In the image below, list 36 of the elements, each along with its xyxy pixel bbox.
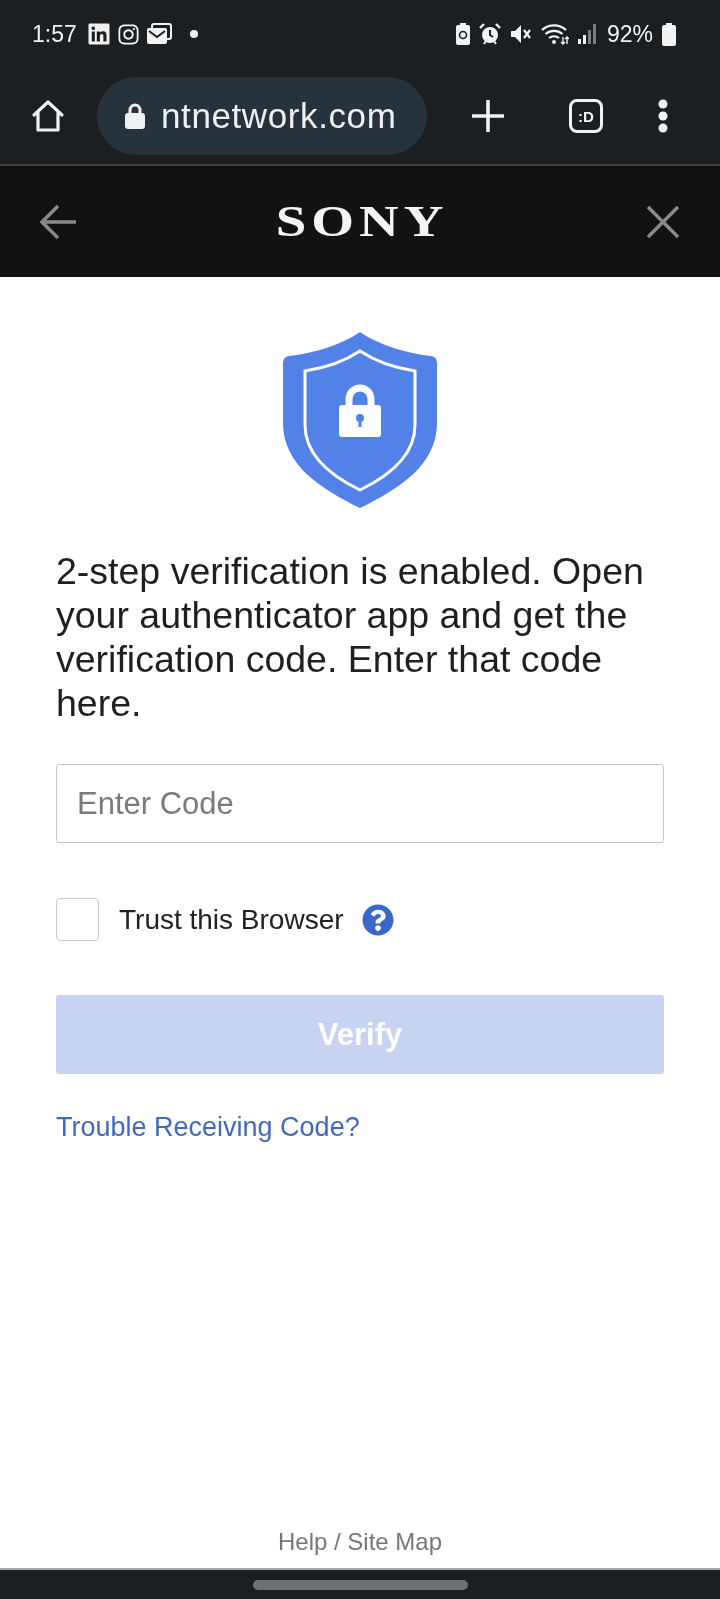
help-sitemap-link[interactable]: Help / Site Map (277, 1528, 443, 1556)
close-icon (646, 204, 680, 239)
notification-dot-icon (189, 30, 198, 38)
code-input-field[interactable]: Enter Code (56, 764, 664, 843)
url-text: ntnetwork.com (161, 96, 397, 136)
battery-percent: 92% (606, 20, 653, 48)
more-menu-button[interactable] (658, 99, 668, 133)
help-icon[interactable] (361, 903, 394, 936)
lock-icon (125, 103, 145, 129)
signal-icon (577, 24, 596, 44)
new-tab-button[interactable] (471, 99, 505, 133)
mail-icon (145, 23, 172, 45)
trust-browser-label: Trust this Browser (119, 903, 344, 936)
more-vertical-icon (658, 99, 668, 133)
close-button[interactable] (646, 204, 680, 239)
mute-icon (509, 23, 532, 45)
back-arrow-icon (40, 203, 78, 240)
trust-checkbox[interactable] (56, 898, 99, 941)
status-time: 1:57 (32, 20, 77, 48)
home-handle[interactable] (252, 1579, 468, 1590)
plus-icon (471, 99, 505, 133)
brand-logo: SONY (275, 196, 449, 247)
address-bar[interactable]: ntnetwork.com (97, 77, 427, 155)
instruction-text: 2-step verification is enabled. Open your authenticator app and get the verification code. Enter that code here. (56, 549, 645, 725)
camera-icon (116, 22, 140, 46)
wifi-icon (540, 23, 569, 45)
in-logo-icon (86, 22, 111, 46)
tab-switcher-button[interactable]: :D (569, 99, 603, 133)
alarm-clock-icon (478, 23, 501, 45)
battery-saver-icon (455, 23, 470, 45)
battery-icon (662, 22, 676, 46)
back-button[interactable] (40, 203, 78, 240)
trouble-receiving-code-link[interactable]: Trouble Receiving Code? (56, 1112, 360, 1143)
home-button[interactable] (30, 98, 66, 134)
shield-lock-icon (283, 331, 437, 509)
home-icon (30, 98, 66, 134)
